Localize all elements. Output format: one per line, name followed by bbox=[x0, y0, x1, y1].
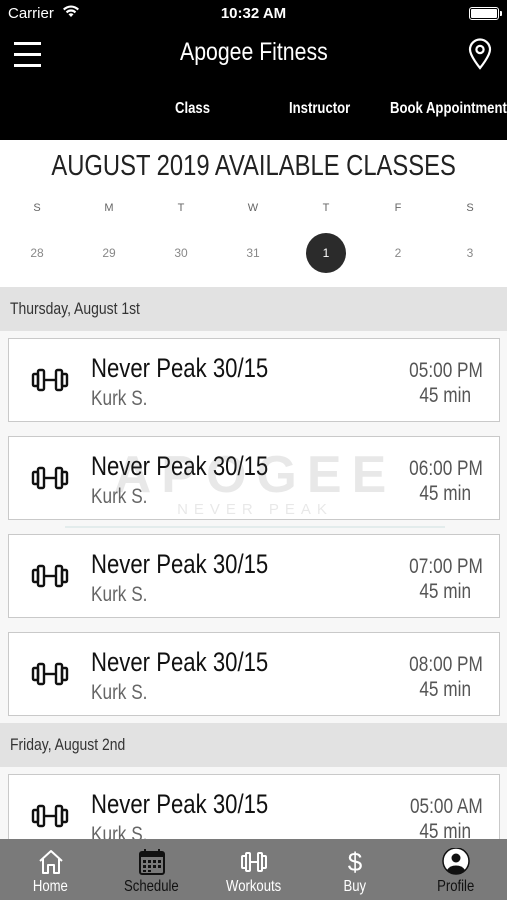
class-name: Never Peak 30/15 bbox=[91, 789, 269, 819]
tab-label: Workouts bbox=[225, 878, 282, 895]
class-list[interactable]: Thursday, August 1st Never Peak 30/15 Ku… bbox=[0, 287, 507, 839]
weekday-label: T bbox=[322, 202, 330, 214]
class-duration: 45 min bbox=[419, 482, 471, 505]
dumbbell-icon bbox=[31, 804, 69, 828]
nav-instructor[interactable]: Instructor bbox=[289, 100, 364, 118]
weekday-label: M bbox=[104, 202, 114, 214]
dumbbell-icon bbox=[31, 564, 69, 588]
nav-class[interactable]: Class bbox=[175, 100, 218, 118]
tab-label: Home bbox=[32, 878, 69, 895]
instructor-name: Kurk S. bbox=[91, 823, 148, 839]
calendar-icon bbox=[139, 849, 165, 875]
class-card[interactable]: Never Peak 30/15 Kurk S. 06:00 PM 45 min bbox=[8, 436, 500, 520]
calendar-day[interactable]: 31 bbox=[233, 233, 273, 273]
class-name: Never Peak 30/15 bbox=[91, 353, 269, 383]
svg-text:$: $ bbox=[348, 848, 363, 876]
dumbbell-icon bbox=[31, 466, 69, 490]
status-bar: Carrier 10:32 AM bbox=[0, 0, 507, 28]
class-duration: 45 min bbox=[419, 384, 471, 407]
class-card[interactable]: Never Peak 30/15 Kurk S. 08:00 PM 45 min bbox=[8, 632, 500, 716]
tab-workouts[interactable]: Workouts bbox=[203, 839, 304, 900]
class-card[interactable]: Never Peak 30/15 Kurk S. 05:00 AM 45 min bbox=[8, 774, 500, 839]
bottom-tab-bar: Home Schedule Workouts $ Buy Profile bbox=[0, 839, 507, 900]
tab-profile[interactable]: Profile bbox=[405, 839, 506, 900]
class-card[interactable]: Never Peak 30/15 Kurk S. 05:00 PM 45 min bbox=[8, 338, 500, 422]
top-nav: Class Instructor Book Appointment bbox=[0, 100, 507, 124]
tab-home[interactable]: Home bbox=[0, 839, 101, 900]
calendar-day[interactable]: 3 bbox=[450, 233, 490, 273]
calendar-day[interactable]: 2 bbox=[378, 233, 418, 273]
date-header: Friday, August 2nd bbox=[0, 723, 507, 767]
instructor-name: Kurk S. bbox=[91, 681, 148, 704]
app-title: Apogee Fitness bbox=[179, 38, 328, 66]
weekday-label: S bbox=[466, 202, 474, 214]
calendar-day[interactable]: 30 bbox=[161, 233, 201, 273]
dumbbell-icon bbox=[241, 852, 267, 872]
class-time: 06:00 PM bbox=[409, 457, 483, 480]
date-header: Thursday, August 1st bbox=[0, 287, 507, 331]
home-icon bbox=[39, 850, 63, 874]
class-name: Never Peak 30/15 bbox=[91, 451, 269, 481]
class-duration: 45 min bbox=[419, 820, 471, 839]
calendar-day[interactable]: 28 bbox=[17, 233, 57, 273]
app-header: Carrier 10:32 AM Apogee Fitness Class In… bbox=[0, 0, 507, 140]
class-time: 08:00 PM bbox=[409, 653, 483, 676]
weekday-label: F bbox=[394, 202, 402, 214]
weekday-label: T bbox=[177, 202, 185, 214]
status-time: 10:32 AM bbox=[220, 5, 287, 22]
tab-label: Buy bbox=[343, 878, 366, 895]
class-card[interactable]: Never Peak 30/15 Kurk S. 07:00 PM 45 min bbox=[8, 534, 500, 618]
calendar-day[interactable]: 29 bbox=[89, 233, 129, 273]
tab-label: Profile bbox=[436, 878, 475, 895]
weekday-label: W bbox=[247, 202, 259, 214]
profile-icon bbox=[442, 848, 470, 875]
tab-schedule[interactable]: Schedule bbox=[101, 839, 202, 900]
calendar-title: AUGUST 2019 AVAILABLE CLASSES bbox=[51, 150, 456, 182]
calendar-day-selected[interactable]: 1 bbox=[306, 233, 346, 273]
class-name: Never Peak 30/15 bbox=[91, 549, 269, 579]
dollar-icon: $ bbox=[348, 848, 363, 876]
class-duration: 45 min bbox=[419, 678, 471, 701]
instructor-name: Kurk S. bbox=[91, 387, 148, 410]
calendar-strip: AUGUST 2019 AVAILABLE CLASSES S M T W T … bbox=[0, 140, 507, 287]
class-time: 05:00 AM bbox=[410, 795, 483, 818]
class-duration: 45 min bbox=[419, 580, 471, 603]
instructor-name: Kurk S. bbox=[91, 485, 148, 508]
map-pin-icon[interactable] bbox=[466, 38, 494, 70]
class-name: Never Peak 30/15 bbox=[91, 647, 269, 677]
tab-buy[interactable]: $ Buy bbox=[304, 839, 405, 900]
battery-icon bbox=[469, 7, 502, 20]
dumbbell-icon bbox=[31, 368, 69, 392]
class-time: 07:00 PM bbox=[409, 555, 483, 578]
nav-book-appointment[interactable]: Book Appointment bbox=[390, 100, 507, 118]
dumbbell-icon bbox=[31, 662, 69, 686]
weekday-label: S bbox=[33, 202, 41, 214]
tab-label: Schedule bbox=[124, 878, 179, 895]
class-time: 05:00 PM bbox=[409, 359, 483, 382]
instructor-name: Kurk S. bbox=[91, 583, 148, 606]
